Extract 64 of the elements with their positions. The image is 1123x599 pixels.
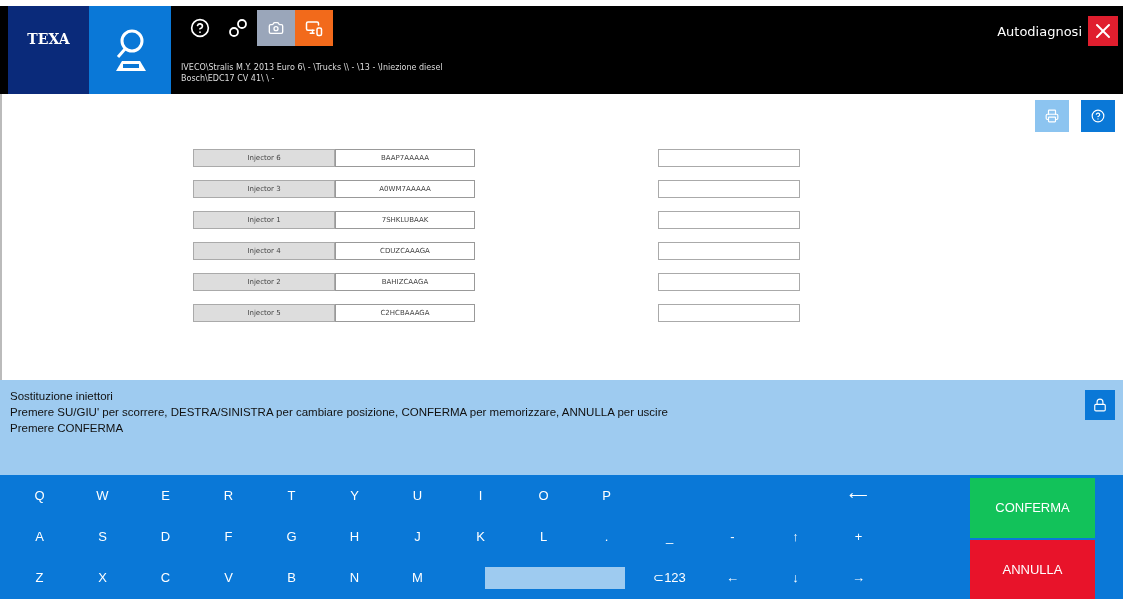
lock-icon [1093,398,1107,412]
close-button[interactable] [1088,16,1118,46]
backspace-key[interactable]: ⟵ [827,475,890,516]
keyboard-key[interactable]: X [71,557,134,598]
keyboard-key[interactable]: G [260,516,323,557]
cancel-button[interactable]: ANNULLA [970,539,1095,599]
keyboard-key[interactable]: ⊂123 [638,557,701,598]
instruction-text: Premere SU/GIU' per scorrere, DESTRA/SINISTRA per cambiare posizione, CONFERMA per memorizzare, ANNULLA per uscire [10,406,669,418]
keyboard-key[interactable]: _ [638,516,701,557]
keyboard-key[interactable]: ↑ [764,516,827,557]
printer-icon [1045,109,1059,123]
keyboard-key[interactable]: + [827,516,890,557]
keyboard-key[interactable]: I [449,475,512,516]
help-icon [1091,109,1105,123]
vehicle-path: Bosch\EDC17 CV 41\ \ - [181,73,276,84]
keyboard-key[interactable]: D [134,516,197,557]
device-button[interactable] [295,10,333,46]
link-icon [228,18,248,38]
keyboard-key[interactable]: ↓ [764,557,827,598]
confirm-button[interactable]: CONFERMA [970,478,1095,538]
keyboard-key[interactable]: U [386,475,449,516]
keyboard-key[interactable]: K [449,516,512,557]
new-code-field[interactable] [658,149,800,167]
keyboard-key[interactable]: S [71,516,134,557]
keyboard-key[interactable]: H [323,516,386,557]
camera-icon [268,20,284,36]
info-title: Sostituzione iniettori [10,390,114,402]
keyboard-key[interactable]: J [386,516,449,557]
keyboard-key[interactable]: Y [323,475,386,516]
keyboard-key[interactable]: F [197,516,260,557]
keyboard-key[interactable]: L [512,516,575,557]
lock-button[interactable] [1085,390,1115,420]
new-code-field[interactable] [658,211,800,229]
keyboard-key[interactable]: Q [8,475,71,516]
texa-logo: TEXA [8,6,89,94]
keyboard-key[interactable]: - [701,516,764,557]
new-code-field[interactable] [658,242,800,260]
new-code-field[interactable] [658,304,800,322]
new-code-field[interactable] [658,180,800,198]
keyboard-key[interactable]: V [197,557,260,598]
new-code-field[interactable] [658,273,800,291]
help-icon [190,18,210,38]
print-button[interactable] [1035,100,1069,132]
keyboard-key[interactable]: N [323,557,386,598]
keyboard-key[interactable]: T [260,475,323,516]
keyboard-key[interactable]: . [575,516,638,557]
space-key[interactable] [485,566,625,589]
keyboard-key[interactable]: R [197,475,260,516]
keyboard-key[interactable]: O [512,475,575,516]
keyboard-key[interactable]: P [575,475,638,516]
keyboard-key[interactable]: M [386,557,449,598]
keyboard-key[interactable]: E [134,475,197,516]
instruction-text: Premere CONFERMA [10,422,125,434]
window-title: Autodiagnosi [997,24,1082,39]
keyboard-key[interactable]: B [260,557,323,598]
search-button[interactable] [89,6,171,94]
keyboard-key[interactable]: A [8,516,71,557]
vehicle-path: IVECO\Stralis M.Y. 2013 Euro 6\ - \Trucks \\ - \13 - \Iniezione diesel [181,62,444,73]
keyboard-key[interactable]: Z [8,557,71,598]
keyboard-key[interactable]: → [827,557,890,598]
devices-icon [305,19,323,37]
keyboard-key[interactable]: ← [701,557,764,598]
keyboard-key[interactable]: W [71,475,134,516]
keyboard-key[interactable]: C [134,557,197,598]
